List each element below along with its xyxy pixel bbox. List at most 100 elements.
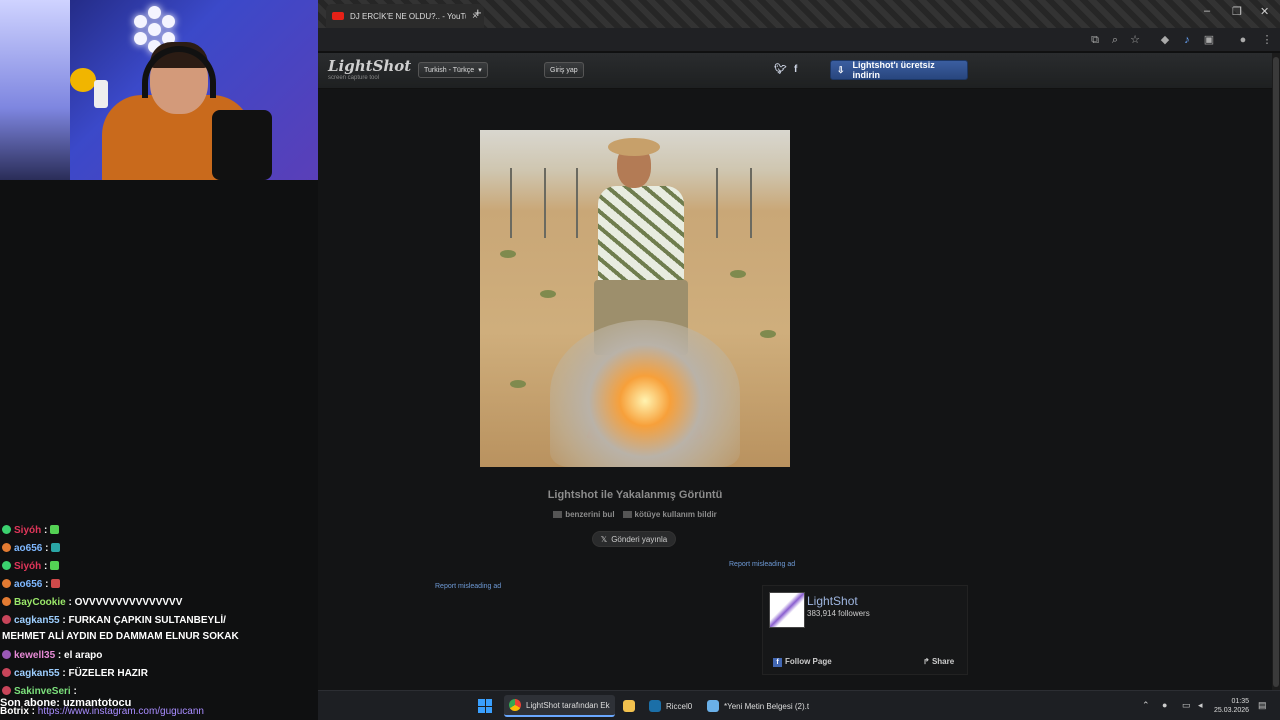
chat-username[interactable]: ao656 [14,579,42,590]
man-hat [608,138,660,156]
folder-icon [623,700,635,712]
chat-message: BayCookie : OVVVVVVVVVVVVVVV [2,597,182,608]
volume-icon[interactable]: ◂ [1198,700,1203,711]
tray-chevron-icon[interactable]: ⌃ [1142,700,1150,711]
chat-username[interactable]: SakinveSeri [14,686,71,697]
chat-text: : FURKAN ÇAPKIN SULTANBEYLİ/ [59,615,226,626]
follow-page-button[interactable]: f Follow Page [773,657,832,667]
new-tab-button[interactable]: + [474,5,482,20]
report-abuse-link[interactable]: kötüye kullanım bildir [622,510,717,519]
chat-badge-icon [2,525,11,534]
chat-username[interactable]: kewell35 [14,650,55,661]
language-select[interactable]: Turkish - Türkçe ▾ [418,62,488,78]
puzzle-icon[interactable]: ▣ [1202,33,1216,47]
chat-badge-icon [2,543,11,552]
windows-start-icon[interactable] [478,699,492,713]
x-logo-icon: 𝕏 [600,534,608,544]
find-similar-link[interactable]: benzerini bul [553,510,615,519]
login-button[interactable]: Giriş yap [544,62,584,78]
taskbar-steam[interactable]: Riccel0 [644,695,697,717]
clock-time: 01:35 [1231,698,1250,705]
share-label: Share [931,657,955,666]
chat-username[interactable]: cagkan55 [14,615,60,626]
flag-icon [622,511,632,519]
menu-dots-icon[interactable]: ⋮ [1260,33,1274,47]
network-icon[interactable]: ▭ [1182,700,1191,711]
chat-message: kewell35 : el arapo [2,650,102,661]
facebook-page-widget: LightShot 383,914 followers f Follow Page… [762,585,968,675]
chat-text: : [70,686,77,697]
report-abuse-label: kötüye kullanım bildir [634,510,717,519]
scrollbar[interactable] [1272,53,1280,720]
find-similar-label: benzerini bul [565,510,615,519]
man-shirt [598,186,684,286]
browser-tabbar: DJ ERCİK'E NE OLDU?.. - YouTube × + – ❐ … [318,0,1280,28]
login-label: Giriş yap [550,66,578,74]
chat-message: SakinveSeri : [2,686,77,697]
download-button[interactable]: ⇩ Lightshot'ı ücretsiz indirin [830,60,968,80]
facebook-icon[interactable]: f [794,64,797,75]
fb-followers: 383,914 followers [807,609,870,618]
captured-image[interactable] [480,130,790,467]
minimize-button[interactable]: – [1204,5,1210,17]
stream-chat: Siyóh : ao656 : Siyóh : ao656 : BayCookie : … [0,515,318,720]
language-label: Turkish - Türkçe [424,66,475,74]
chat-text: MEHMET ALİ AYDIN ED DAMMAM ELNUR SOKAK [2,631,239,642]
follow-label: Follow Page [785,657,832,666]
taskbar-explorer[interactable] [618,695,640,717]
lightshot-page-thumbnail[interactable] [769,592,805,628]
chat-text: : [42,543,49,554]
windows-taskbar: LightShot tarafından Ek Riccel0 *Yeni Me… [318,690,1280,720]
scrollbar-thumb[interactable] [1273,57,1279,687]
maximize-button[interactable]: ❐ [1232,5,1242,18]
twitter-icon[interactable]: 🐦︎ [774,64,787,75]
image-actions: benzerini bul kötüye kullanım bildir [480,510,790,519]
fb-page-name[interactable]: LightShot [807,594,858,608]
chat-username[interactable]: ao656 [14,543,42,554]
lightshot-header: LightShot screen capture tool Turkish - … [318,53,1280,89]
microphone-icon[interactable]: ● [1162,700,1167,710]
notification-icon[interactable]: ▤ [1258,700,1267,711]
fence-post [510,168,512,238]
cup [94,80,108,108]
profile-avatar-icon[interactable]: ● [1236,33,1250,47]
steam-icon [649,700,661,712]
chat-username[interactable]: Siyóh [14,525,41,536]
taskbar-steam-label: Riccel0 [666,701,693,711]
zoom-icon[interactable]: ⌕ [1108,33,1122,47]
clock-date: 25.03.2026 [1214,707,1250,714]
bookmark-star-icon[interactable]: ☆ [1128,33,1142,47]
chat-text: : [41,525,48,536]
download-icon: ⇩ [837,64,845,75]
report-ad-link[interactable]: Report misleading ad [729,561,795,568]
fence-post [576,168,578,238]
share-button[interactable]: ↱ Share [923,657,954,666]
explosion-effect [550,320,740,467]
pc-case-light [0,0,70,180]
lightshot-logo[interactable]: LightShot [328,57,411,75]
close-window-button[interactable]: ✕ [1260,5,1269,18]
x-post-button[interactable]: 𝕏 Gönderi yayınla [592,531,676,547]
taskbar-notepad-label: *Yeni Metin Belgesi (2).t [724,701,810,711]
cast-icon[interactable]: ⧉ [1088,33,1102,47]
taskbar-notepad[interactable]: *Yeni Metin Belgesi (2).t [702,695,814,717]
share-icon: ↱ [923,657,932,666]
chat-message: Siyóh : [2,561,60,572]
chat-username[interactable]: cagkan55 [14,668,60,679]
chat-badge-icon [2,561,11,570]
browser-tab[interactable]: DJ ERCİK'E NE OLDU?.. - YouTube × [326,4,484,28]
shrub [760,330,776,338]
bot-link[interactable]: https://www.instagram.com/gugucann [38,706,204,717]
chat-username[interactable]: BayCookie [14,597,66,608]
tab-title: DJ ERCİK'E NE OLDU?.. - YouTube [350,11,467,21]
extension-icon[interactable]: ◆ [1158,33,1172,47]
report-ad-link[interactable]: Report misleading ad [435,583,501,590]
taskbar-chrome[interactable]: LightShot tarafından Ek [504,695,615,717]
chat-username[interactable]: Siyóh [14,561,41,572]
chat-message: ao656 : [2,543,61,554]
chat-message: Siyóh : [2,525,60,536]
system-clock[interactable]: 01:35 25.03.2026 [1214,697,1249,715]
audio-icon[interactable]: ♪ [1180,33,1194,47]
taskbar-chrome-label: LightShot tarafından Ek [526,700,610,710]
chat-message: cagkan55 : FÜZELER HAZIR [2,668,148,679]
